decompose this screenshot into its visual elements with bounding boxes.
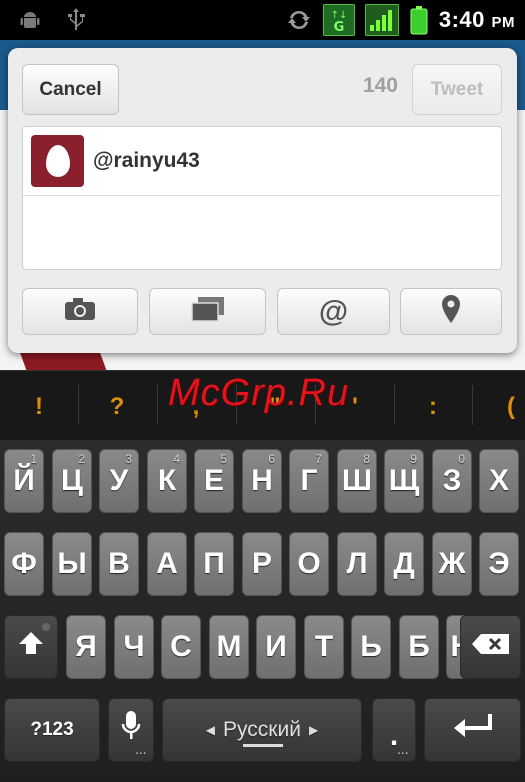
backspace-key[interactable] <box>460 615 521 679</box>
suggestion-item[interactable]: ( <box>496 393 525 421</box>
key-row2[interactable]: Ы <box>52 532 92 596</box>
voice-input-key[interactable]: ... <box>108 698 154 762</box>
enter-key[interactable] <box>424 698 521 762</box>
status-bar: ↑↓ G 3:40 PM <box>0 0 525 40</box>
usb-icon <box>62 6 90 34</box>
key-row2[interactable]: Ж <box>432 532 472 596</box>
key-row2[interactable]: В <box>99 532 139 596</box>
key-row1[interactable]: 2Ц <box>52 449 92 513</box>
cancel-button[interactable]: Cancel <box>22 64 119 115</box>
microphone-icon <box>121 709 141 751</box>
key-row1[interactable]: 0З <box>432 449 472 513</box>
egg-icon <box>45 145 70 177</box>
shift-arrow-icon <box>17 630 45 664</box>
compose-area[interactable]: @rainyu43 <box>22 126 502 270</box>
key-row3[interactable]: Ь <box>351 615 391 679</box>
network-3g-icon: ↑↓ G <box>322 4 355 36</box>
compose-dialog: Cancel 140 Tweet @rainyu43 @ <box>8 48 517 353</box>
key-row3[interactable]: Б <box>399 615 439 679</box>
chevron-left-icon: ◀ <box>205 723 216 737</box>
watermark: McGrp.Ru <box>168 372 350 414</box>
space-key[interactable]: ◀ Русский ▶ <box>162 698 362 762</box>
key-row1[interactable]: 6Н <box>242 449 282 513</box>
key-row1[interactable]: 9Щ <box>384 449 424 513</box>
key-row2[interactable]: Э <box>479 532 519 596</box>
battery-icon <box>409 6 429 35</box>
signal-icon <box>364 4 399 36</box>
key-row1[interactable]: 5Е <box>194 449 234 513</box>
location-pin-icon <box>440 294 462 330</box>
key-row3[interactable]: С <box>161 615 201 679</box>
shift-key[interactable] <box>4 615 58 679</box>
at-sign-icon: @ <box>318 294 349 328</box>
symbols-key[interactable]: ?123 <box>4 698 100 762</box>
key-row2[interactable]: П <box>194 532 234 596</box>
suggestion-item[interactable]: : <box>418 393 448 421</box>
location-button[interactable] <box>400 288 502 335</box>
key-row3[interactable]: Ч <box>114 615 154 679</box>
key-row2[interactable]: О <box>289 532 329 596</box>
period-key[interactable]: . ... <box>372 698 416 762</box>
key-row1[interactable]: 3У <box>99 449 139 513</box>
key-row1[interactable]: 8Ш <box>337 449 377 513</box>
backspace-icon <box>471 630 511 664</box>
attach-photo-button[interactable] <box>22 288 138 335</box>
chevron-right-icon: ▶ <box>308 723 319 737</box>
key-row3[interactable]: И <box>256 615 296 679</box>
key-row2[interactable]: Ф <box>4 532 44 596</box>
enter-icon <box>450 711 496 749</box>
suggestion-item[interactable]: ! <box>24 393 54 421</box>
key-row1[interactable]: 1Й <box>4 449 44 513</box>
key-row3[interactable]: Я <box>66 615 106 679</box>
mention-button[interactable]: @ <box>277 288 390 335</box>
gallery-icon <box>190 295 226 329</box>
key-row2[interactable]: Р <box>242 532 282 596</box>
key-row2[interactable]: А <box>147 532 187 596</box>
key-row2[interactable]: Д <box>384 532 424 596</box>
account-username: @rainyu43 <box>93 149 200 172</box>
key-row3[interactable]: М <box>209 615 249 679</box>
key-row1[interactable]: Х <box>479 449 519 513</box>
suggestion-item[interactable]: ? <box>102 393 132 421</box>
tweet-button[interactable]: Tweet <box>412 64 502 115</box>
clock: 3:40 PM <box>438 7 515 32</box>
sync-icon <box>285 6 313 34</box>
key-row3[interactable]: Т <box>304 615 344 679</box>
key-row1[interactable]: 7Г <box>289 449 329 513</box>
key-row2[interactable]: Л <box>337 532 377 596</box>
svg-text:G: G <box>333 20 344 34</box>
keyboard: 1Й 2Ц 3У 4К 5Е 6Н 7Г 8Ш 9Щ 0З Х Ф Ы В А … <box>0 440 525 782</box>
camera-icon <box>63 296 97 328</box>
attach-gallery-button[interactable] <box>149 288 266 335</box>
avatar <box>31 135 84 187</box>
key-row1[interactable]: 4К <box>147 449 187 513</box>
android-debug-icon <box>16 6 44 34</box>
character-counter: 140 <box>362 74 398 97</box>
